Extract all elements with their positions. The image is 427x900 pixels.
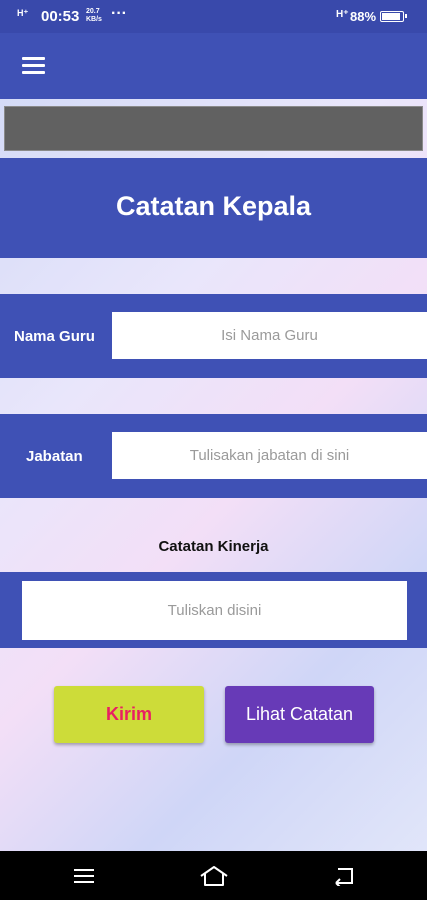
banner-area	[4, 106, 423, 151]
name-row: Nama Guru	[0, 294, 427, 378]
page-title: Catatan Kepala	[115, 191, 312, 221]
view-notes-button[interactable]: Lihat Catatan	[225, 686, 374, 743]
recent-apps-button[interactable]	[44, 851, 124, 900]
position-label: Jabatan	[26, 448, 83, 465]
back-icon	[335, 867, 353, 886]
signal-indicator: H⁺	[17, 8, 29, 18]
position-input[interactable]	[112, 432, 427, 479]
battery-percentage: 88%	[350, 9, 377, 24]
back-button[interactable]	[304, 851, 384, 900]
notes-row	[0, 572, 427, 648]
home-icon	[200, 865, 228, 886]
notes-label: Catatan Kinerja	[158, 538, 269, 555]
more-notifications-icon: ···	[111, 5, 127, 22]
battery-icon	[380, 11, 407, 22]
network-speed: 20.7 KB/s	[86, 8, 104, 24]
home-button[interactable]	[174, 851, 254, 900]
status-time: 00:53	[41, 8, 80, 25]
menu-icon	[74, 868, 94, 883]
name-label: Nama Guru	[14, 328, 95, 345]
notes-input[interactable]	[22, 581, 407, 640]
app-bar	[0, 33, 427, 99]
submit-button[interactable]: Kirim	[54, 686, 204, 743]
position-row: Jabatan	[0, 414, 427, 498]
hamburger-menu-icon[interactable]	[22, 57, 46, 75]
network-type-indicator: H⁺	[336, 9, 349, 20]
title-section: Catatan Kepala	[0, 158, 427, 258]
name-input[interactable]	[112, 312, 427, 359]
status-bar: H⁺ 00:53 20.7 KB/s ··· H⁺ 88%	[0, 0, 427, 33]
network-speed-unit: KB/s	[86, 16, 102, 23]
network-speed-value: 20.7	[86, 8, 100, 15]
system-nav-bar	[0, 851, 427, 900]
